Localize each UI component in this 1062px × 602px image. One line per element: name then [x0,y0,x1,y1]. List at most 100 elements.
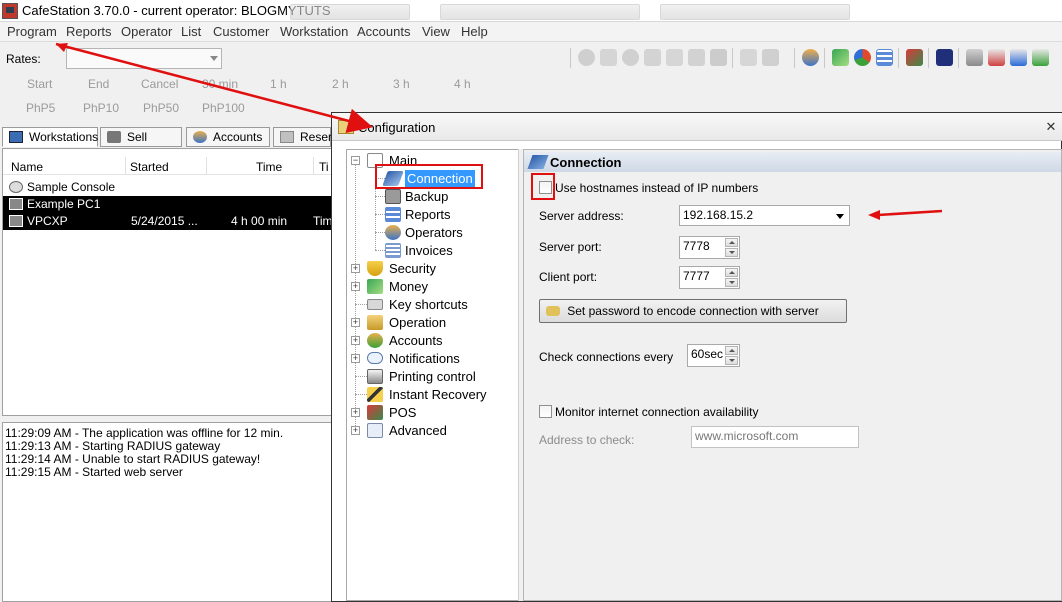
2h-button[interactable]: 2 h [332,77,349,91]
tab-label: Sell [127,130,148,144]
column-name[interactable]: Name [11,160,43,174]
left-tabs: Workstations Sell Accounts Reser [0,126,332,148]
menu-workstation[interactable]: Workstation [280,24,348,39]
backup-icon [385,189,401,204]
cart-remove-icon[interactable] [988,49,1005,66]
expand-icon[interactable]: + [351,282,360,291]
tab-reservations[interactable]: Reser [273,127,332,147]
start-button[interactable]: Start [27,77,52,91]
calendar-icon [280,131,294,143]
php100-button[interactable]: PhP100 [202,101,245,115]
client-port-stepper[interactable] [725,268,738,287]
lock-user-icon[interactable] [600,49,617,66]
menu-customer[interactable]: Customer [213,24,269,39]
end-button[interactable]: End [88,77,109,91]
unlock-icon[interactable] [762,49,779,66]
cart-edit-icon[interactable] [1010,49,1027,66]
gear-icon[interactable] [644,49,661,66]
chevron-down-icon[interactable] [836,214,844,219]
tree-item-backup[interactable]: Backup [347,188,517,205]
check-connections-input[interactable]: 60sec [687,344,740,367]
expand-icon[interactable]: + [351,318,360,327]
server-port-input[interactable]: 7778 [679,236,740,259]
user-icon[interactable] [802,49,819,66]
table-row[interactable]: Example PC1 [3,196,331,213]
tree-item-key-shortcuts[interactable]: Key shortcuts [347,296,517,313]
tree-item-accounts[interactable]: + Accounts [347,332,517,349]
menu-program[interactable]: Program [7,24,57,39]
php10-button[interactable]: PhP10 [83,101,119,115]
3h-button[interactable]: 3 h [393,77,410,91]
tree-item-operators[interactable]: Operators [347,224,517,241]
table-row[interactable]: VPCXP 5/24/2015 ... 4 h 00 min Tim [3,213,333,230]
server-port-value: 7778 [683,239,710,253]
expand-icon[interactable]: + [351,426,360,435]
expand-icon[interactable]: + [351,336,360,345]
expand-icon[interactable]: + [351,264,360,273]
message-icon[interactable] [622,49,639,66]
log-panel: 11:29:09 AM - The application was offlin… [2,422,332,602]
transfer-icon[interactable] [710,49,727,66]
menu-operator[interactable]: Operator [121,24,172,39]
4h-button[interactable]: 4 h [454,77,471,91]
wrench-icon[interactable] [666,49,683,66]
key-icon[interactable] [688,49,705,66]
menu-help[interactable]: Help [461,24,488,39]
menu-list[interactable]: List [181,24,201,39]
tab-workstations[interactable]: Workstations [2,127,98,147]
tab-accounts[interactable]: Accounts [186,127,270,147]
menu-view[interactable]: View [422,24,450,39]
annotation-highlight-box [375,164,483,189]
menu-reports[interactable]: Reports [66,24,112,39]
users-icon [193,131,207,143]
tree-item-advanced[interactable]: + Advanced [347,422,517,439]
tree-item-instant-recovery[interactable]: Instant Recovery [347,386,517,403]
printer-icon[interactable] [966,49,983,66]
set-password-button[interactable]: Set password to encode connection with s… [539,299,847,323]
close-icon[interactable]: ✕ [1043,119,1059,135]
tab-sell[interactable]: Sell [100,127,182,147]
expand-icon[interactable]: + [351,354,360,363]
tree-item-money[interactable]: + Money [347,278,517,295]
tree-item-operation[interactable]: + Operation [347,314,517,331]
client-port-input[interactable]: 7777 [679,266,740,289]
table-icon[interactable] [876,49,893,66]
1h-button[interactable]: 1 h [270,77,287,91]
server-port-stepper[interactable] [725,238,738,257]
cancel-button[interactable]: Cancel [141,77,178,91]
menu-accounts[interactable]: Accounts [357,24,410,39]
tree-item-notifications[interactable]: + Notifications [347,350,517,367]
invoices-icon [385,243,401,258]
table-row[interactable]: Sample Console [3,179,331,196]
server-address-combobox[interactable]: 192.168.15.2 [679,205,850,226]
pos-icon[interactable] [906,49,923,66]
tree-item-security[interactable]: + Security [347,260,517,277]
collapse-icon[interactable]: − [351,156,360,165]
tree-item-pos[interactable]: + POS [347,404,517,421]
pie-chart-icon[interactable] [854,49,871,66]
rates-select[interactable] [66,48,222,69]
expand-icon[interactable]: + [351,408,360,417]
address-to-check-input[interactable]: www.microsoft.com [691,426,859,448]
check-connections-stepper[interactable] [725,346,738,365]
monitor-internet-checkbox[interactable] [539,405,552,418]
dialog-title-bar: Configuration ✕ [332,113,1062,141]
tree-item-reports[interactable]: Reports [347,206,517,223]
php5-button[interactable]: PhP5 [26,101,55,115]
money-icon[interactable] [832,49,849,66]
panel-title: Connection [550,155,622,170]
server-address-label: Server address: [539,209,624,223]
30min-button[interactable]: 30 min [202,77,238,91]
php50-button[interactable]: PhP50 [143,101,179,115]
lock-icon[interactable] [740,49,757,66]
column-started[interactable]: Started [130,160,169,174]
cart-add-icon[interactable] [1032,49,1049,66]
power-icon[interactable] [578,49,595,66]
console-icon [9,181,23,193]
tree-item-printing-control[interactable]: Printing control [347,368,517,385]
tree-item-invoices[interactable]: Invoices [347,242,517,259]
advanced-icon [367,423,383,438]
column-time[interactable]: Time [256,160,282,174]
column-extra[interactable]: Ti [319,160,329,174]
id-card-icon[interactable] [936,49,953,66]
